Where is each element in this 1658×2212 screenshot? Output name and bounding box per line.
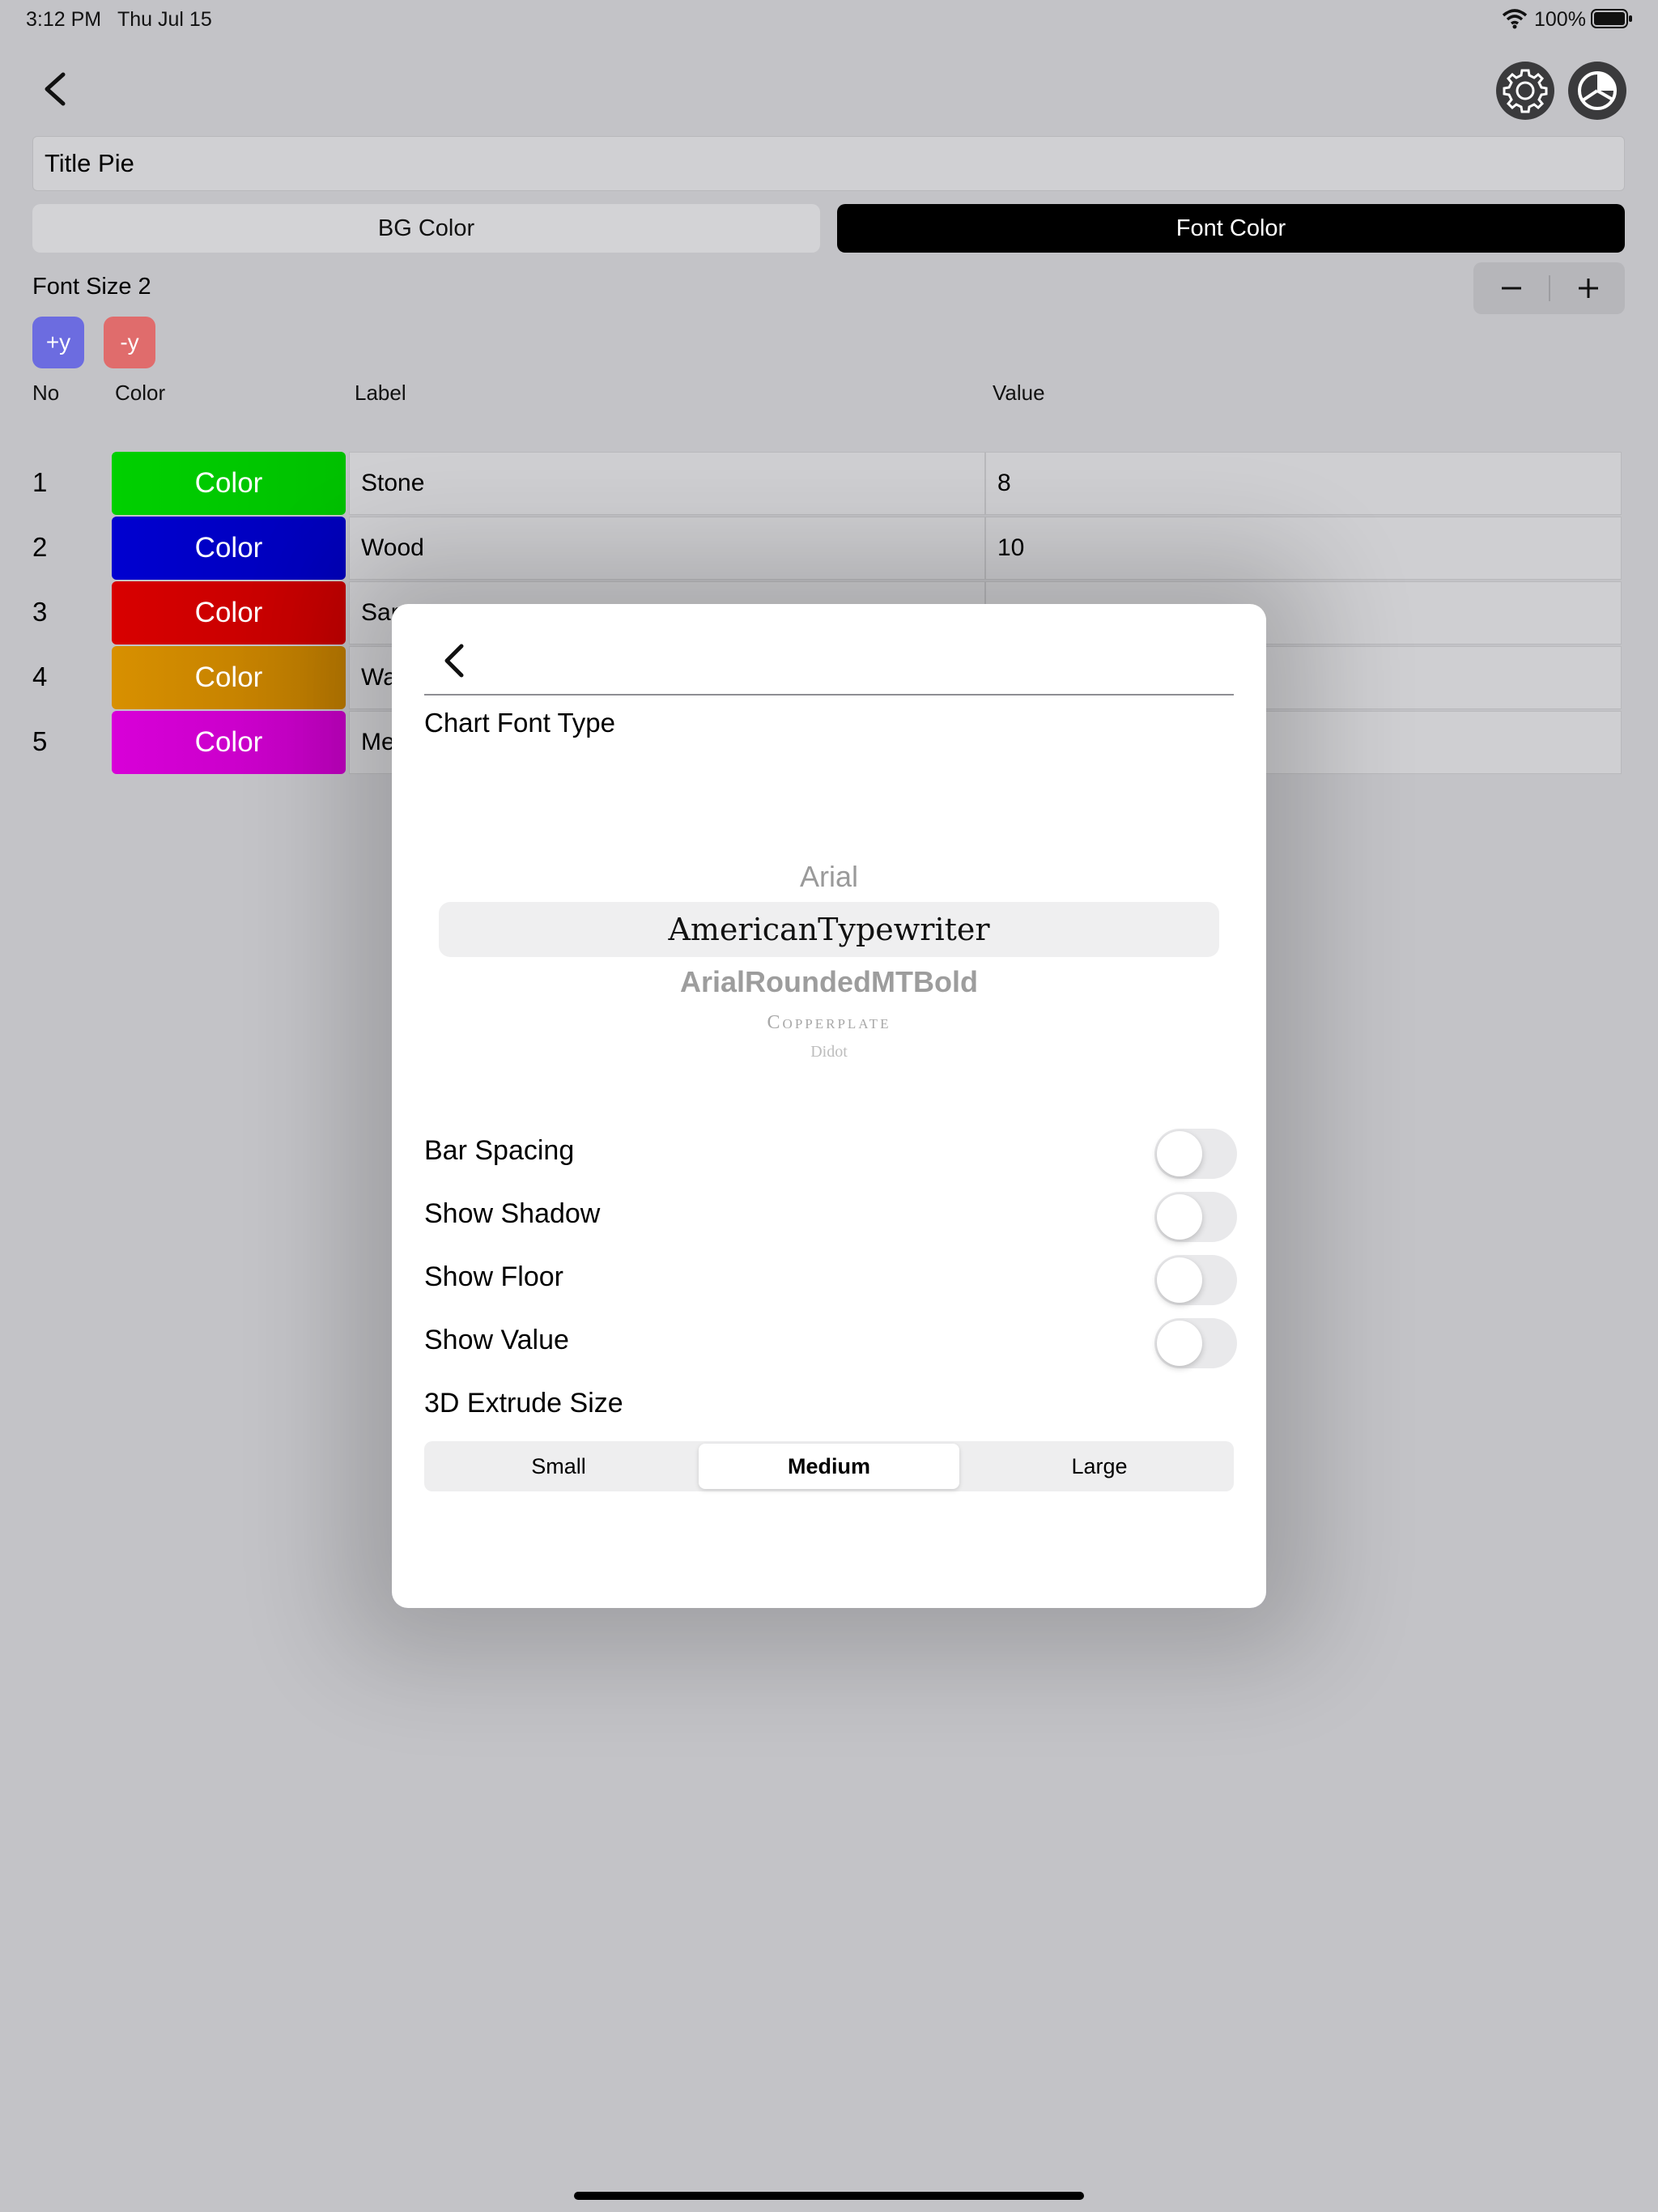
- row-number: 3: [32, 597, 48, 627]
- minus-y-button[interactable]: -y: [104, 317, 155, 368]
- column-header-no: No: [32, 381, 60, 405]
- chart-font-type-label: Chart Font Type: [424, 708, 616, 738]
- font-size-stepper: [1473, 262, 1625, 314]
- label-input[interactable]: Wood: [349, 517, 985, 580]
- gear-icon: [1503, 69, 1548, 113]
- chart-title-input[interactable]: Title Pie: [32, 136, 1625, 191]
- row-number: 5: [32, 726, 48, 756]
- wifi-icon: [1502, 8, 1528, 29]
- extrude-size-segmented-control: Small Medium Large: [424, 1441, 1234, 1491]
- segment-small[interactable]: Small: [428, 1444, 689, 1489]
- picker-item[interactable]: Copperplate: [392, 1012, 1266, 1034]
- popover-back-button[interactable]: [432, 638, 478, 683]
- pie-chart-icon: [1578, 71, 1617, 110]
- bar-spacing-toggle[interactable]: [1154, 1129, 1237, 1179]
- show-shadow-toggle[interactable]: [1154, 1192, 1237, 1242]
- font-size-label: Font Size 2: [32, 274, 151, 300]
- segment-medium[interactable]: Medium: [699, 1444, 959, 1489]
- show-shadow-label: Show Shadow: [424, 1198, 601, 1229]
- divider: [424, 694, 1234, 696]
- increment-button[interactable]: [1550, 262, 1626, 314]
- color-button[interactable]: Color: [112, 711, 346, 774]
- show-floor-toggle[interactable]: [1154, 1255, 1237, 1305]
- show-value-toggle[interactable]: [1154, 1318, 1237, 1368]
- color-button[interactable]: Color: [112, 452, 346, 515]
- chevron-left-icon: [444, 644, 464, 678]
- tab-font-color[interactable]: Font Color: [837, 204, 1625, 253]
- show-value-label: Show Value: [424, 1325, 569, 1355]
- column-header-value: Value: [993, 381, 1045, 405]
- chevron-left-icon: [45, 72, 66, 106]
- battery-percent: 100%: [1534, 8, 1586, 31]
- back-button[interactable]: [32, 65, 81, 113]
- color-button[interactable]: Color: [112, 581, 346, 644]
- plus-y-button[interactable]: +y: [32, 317, 84, 368]
- settings-button[interactable]: [1496, 62, 1554, 120]
- value-input[interactable]: 8: [985, 452, 1622, 515]
- pie-chart-button[interactable]: [1568, 62, 1626, 120]
- picker-item[interactable]: ArialRoundedMTBold: [392, 965, 1266, 999]
- minus-icon: [1501, 287, 1521, 290]
- value-input[interactable]: 10: [985, 517, 1622, 580]
- column-header-color: Color: [115, 381, 166, 405]
- tab-bg-color[interactable]: BG Color: [32, 204, 820, 253]
- chart-options-popover: Chart Font Type Arial AmericanTypewriter…: [392, 604, 1266, 1608]
- status-date: Thu Jul 15: [117, 8, 212, 31]
- segment-large[interactable]: Large: [969, 1444, 1230, 1489]
- decrement-button[interactable]: [1473, 262, 1549, 314]
- home-indicator[interactable]: [574, 2192, 1084, 2200]
- color-button[interactable]: Color: [112, 517, 346, 580]
- picker-item-selected[interactable]: AmericanTypewriter: [392, 912, 1266, 947]
- bar-spacing-label: Bar Spacing: [424, 1135, 575, 1166]
- picker-item[interactable]: Arial: [392, 860, 1266, 894]
- show-floor-label: Show Floor: [424, 1261, 563, 1292]
- row-number: 1: [32, 467, 48, 497]
- row-number: 4: [32, 661, 48, 691]
- label-input[interactable]: Stone: [349, 452, 985, 515]
- battery-icon: [1591, 8, 1633, 29]
- extrude-size-label: 3D Extrude Size: [424, 1388, 623, 1419]
- plus-icon: [1578, 279, 1598, 298]
- column-header-label: Label: [355, 381, 406, 405]
- picker-item[interactable]: Didot: [392, 1043, 1266, 1057]
- row-number: 2: [32, 532, 48, 562]
- color-button[interactable]: Color: [112, 646, 346, 709]
- status-time: 3:12 PM: [26, 8, 102, 31]
